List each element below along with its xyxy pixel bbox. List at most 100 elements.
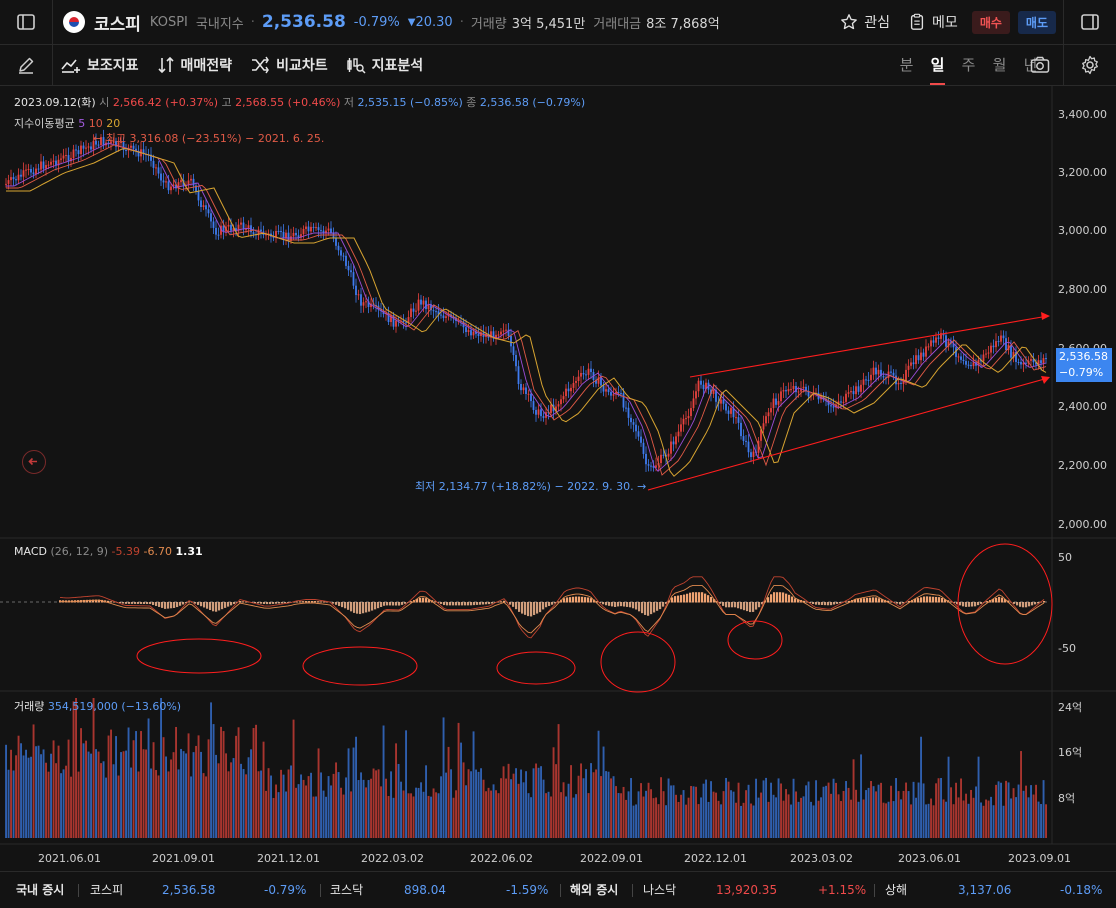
macd-histogram-bar bbox=[440, 602, 443, 604]
macd-histogram-bar bbox=[551, 602, 554, 605]
macd-histogram-bar bbox=[374, 602, 377, 610]
candle-body bbox=[920, 352, 922, 361]
macd-histogram-bar bbox=[929, 596, 932, 603]
macd-histogram-bar bbox=[395, 602, 398, 606]
volume-bar bbox=[442, 717, 445, 838]
macd-histogram-bar bbox=[317, 601, 320, 603]
kosdaq-name[interactable]: 코스닥 bbox=[330, 872, 363, 908]
candle-body bbox=[602, 385, 605, 392]
volume-bar bbox=[12, 770, 15, 838]
buy-button[interactable]: 매수 bbox=[971, 10, 1010, 34]
volume-bar bbox=[140, 731, 142, 838]
macd-histogram-bar bbox=[770, 594, 773, 603]
macd-histogram-bar bbox=[740, 602, 743, 610]
volume-bar bbox=[585, 769, 587, 838]
draw-button[interactable] bbox=[0, 45, 53, 85]
macd-histogram-bar bbox=[977, 602, 980, 606]
volume-bar bbox=[332, 773, 335, 838]
chart-area[interactable]: 2023.09.12(화) 시 2,566.42 (+0.37%) 고 2,56… bbox=[0, 86, 1116, 871]
back-icon[interactable] bbox=[22, 450, 46, 474]
settings-button[interactable] bbox=[1063, 45, 1116, 85]
volume-bar bbox=[320, 772, 322, 838]
macd-histogram-bar bbox=[968, 602, 971, 607]
macd-histogram-bar bbox=[725, 602, 728, 608]
period-day-tab[interactable]: 일 bbox=[922, 45, 953, 85]
sell-button[interactable]: 매도 bbox=[1017, 10, 1056, 34]
volume-bar bbox=[252, 728, 255, 838]
macd-histogram-bar bbox=[170, 602, 173, 609]
watch-button[interactable]: 관심 bbox=[840, 12, 890, 32]
volume-bar bbox=[927, 803, 930, 838]
period-week-tab[interactable]: 주 bbox=[953, 45, 984, 85]
ma-legend: 지수이동평균 5 10 20 bbox=[14, 115, 120, 131]
overseas-label: 해외 증시 bbox=[570, 883, 619, 897]
volume-bar bbox=[580, 763, 582, 838]
volume-bar bbox=[312, 796, 315, 838]
date-axis-label: 2022.06.02 bbox=[470, 852, 533, 865]
volume-bar bbox=[727, 781, 730, 838]
volume-bar bbox=[345, 777, 347, 838]
volume-bar bbox=[62, 769, 65, 838]
right-panel-toggle-button[interactable] bbox=[1063, 0, 1116, 44]
volume-bar bbox=[602, 746, 605, 838]
sidebar-toggle-button[interactable] bbox=[0, 0, 53, 44]
volume-bar bbox=[945, 801, 947, 838]
indicator-button[interactable]: 보조지표 bbox=[61, 55, 139, 75]
period-minute-tab[interactable]: 분 bbox=[891, 45, 922, 85]
candle-body bbox=[72, 149, 75, 158]
volume-bar bbox=[587, 793, 590, 838]
candle-body bbox=[62, 155, 65, 159]
ma-label: 지수이동평균 bbox=[14, 117, 75, 130]
candle-body bbox=[500, 331, 502, 335]
sidebar-right-icon bbox=[1081, 14, 1099, 30]
volume-bar bbox=[470, 771, 472, 838]
candle-body bbox=[600, 377, 602, 386]
volume-bar bbox=[132, 740, 135, 838]
amount-value: 8조 7,868억 bbox=[646, 16, 720, 32]
memo-button[interactable]: 메모 bbox=[908, 12, 958, 32]
candle-body bbox=[865, 379, 867, 381]
candle-body bbox=[642, 442, 645, 454]
shuffle-icon bbox=[252, 56, 269, 74]
strategy-button[interactable]: 매매전략 bbox=[157, 55, 232, 75]
macd-histogram-bar bbox=[206, 602, 209, 609]
candle-body bbox=[415, 310, 417, 312]
volume-bar bbox=[895, 778, 897, 838]
volume-bar bbox=[387, 795, 390, 838]
screenshot-button[interactable] bbox=[1022, 45, 1058, 85]
korea-flag-icon bbox=[63, 11, 85, 33]
macd-histogram-bar bbox=[686, 593, 689, 603]
candle-body bbox=[40, 161, 42, 170]
candle-body bbox=[535, 409, 537, 415]
volume-bar bbox=[430, 796, 432, 838]
volume-bar bbox=[567, 783, 570, 838]
volume-bar bbox=[417, 787, 420, 838]
candle-body bbox=[575, 380, 577, 383]
volume-bar bbox=[310, 772, 312, 838]
macd-histogram-bar bbox=[545, 602, 548, 608]
change-abs: 20.30 bbox=[415, 14, 453, 30]
candle-body bbox=[1030, 359, 1032, 361]
volume-bar bbox=[402, 790, 405, 838]
low-value: 2,535.15 (−0.85%) bbox=[357, 96, 463, 109]
volume-bar bbox=[22, 755, 25, 838]
period-month-tab[interactable]: 월 bbox=[984, 45, 1015, 85]
macd-histogram-bar bbox=[1016, 602, 1019, 606]
volume-bar bbox=[937, 778, 940, 838]
compare-button[interactable]: 비교차트 bbox=[250, 55, 328, 75]
candle-body bbox=[620, 393, 622, 395]
volume-bar bbox=[715, 792, 717, 838]
price-axis-label: 3,200.00 bbox=[1058, 166, 1107, 179]
volume-bar bbox=[335, 762, 337, 838]
nasdaq-name[interactable]: 나스닥 bbox=[643, 872, 676, 908]
candle-body bbox=[860, 384, 862, 392]
volume-bar bbox=[642, 796, 645, 838]
volume-bar bbox=[237, 727, 240, 838]
kospi-name[interactable]: 코스피 bbox=[90, 872, 123, 908]
volume-bar bbox=[92, 698, 95, 838]
volume-bar bbox=[407, 793, 410, 838]
analysis-button[interactable]: 지표분석 bbox=[346, 55, 423, 75]
shanghai-name[interactable]: 상해 bbox=[885, 872, 907, 908]
macd-histogram-bar bbox=[263, 602, 266, 605]
macd-histogram-bar bbox=[164, 602, 167, 609]
